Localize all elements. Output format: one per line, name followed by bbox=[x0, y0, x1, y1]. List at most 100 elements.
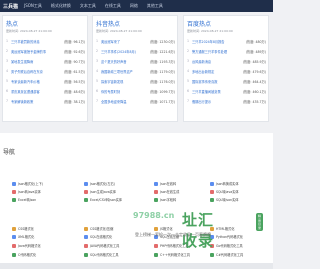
nav-item-format[interactable]: 格式化转换 bbox=[51, 3, 71, 9]
hot-title[interactable]: 台风最新消息 bbox=[192, 59, 241, 64]
hot-row[interactable]: 6 你的专属时刻 (热度: 1099.7万) bbox=[93, 86, 177, 96]
hot-score: (热度: 48.6万) bbox=[63, 89, 85, 94]
hot-title[interactable]: 专家谈最新汽车价格 bbox=[11, 79, 62, 84]
tool-label: Excel/CSV转Json实体 bbox=[90, 198, 123, 202]
tool-label: Json生成Java实体 bbox=[90, 190, 117, 194]
tool-link[interactable]: JAVA代码格式化工具 bbox=[84, 243, 119, 248]
hot-title[interactable]: 你的专属时刻 bbox=[101, 89, 148, 94]
tool-icon bbox=[210, 252, 214, 257]
hot-row[interactable]: 4 我国新增三项世界遗产 (热度: 1179.0万) bbox=[93, 66, 177, 76]
hot-title[interactable]: 多地出台新规定 bbox=[192, 69, 241, 74]
hot-title[interactable]: 三只羊直播间被封禁 bbox=[192, 89, 241, 94]
hot-row[interactable]: 6 三只羊直播间被封禁 (热度: 460.1万) bbox=[184, 86, 268, 96]
tool-icon bbox=[12, 226, 16, 231]
watermark-badge: 精品目录 bbox=[256, 213, 264, 231]
hot-row[interactable]: 2 警方通报三只羊事件处理 (热度: 489万) bbox=[184, 46, 268, 56]
tool-link[interactable]: Java代码格式化 bbox=[12, 243, 41, 248]
nav-item-network[interactable]: 网络 bbox=[130, 3, 138, 9]
nav-item-other[interactable]: 其他工具 bbox=[147, 3, 163, 9]
tool-link[interactable]: C#代码格式化工具 bbox=[210, 252, 243, 257]
tool-icon bbox=[12, 181, 16, 186]
hot-card-douyin: 抖音热点 更新时间: 2024-08-27 21:00:00 1 奥运冠军来了 (热… bbox=[92, 15, 178, 122]
hot-score: (热度: 1176.0万) bbox=[149, 79, 175, 84]
hot-row[interactable]: 7 假期出行提示 (热度: 435.7万) bbox=[184, 96, 268, 106]
hot-title[interactable]: 奥运冠军来了 bbox=[101, 39, 148, 44]
hot-score: (热度: 92.6万) bbox=[63, 49, 85, 54]
hot-title[interactable]: 重庆某景区遭遇游客 bbox=[11, 89, 62, 94]
tool-label: CSS格式化/压缩 bbox=[90, 227, 114, 231]
hot-row[interactable]: 2 三只羊事件(2024年8月) (热度: 1221.6万) bbox=[93, 46, 177, 56]
tool-link[interactable]: Json格式化(左右) bbox=[84, 181, 115, 186]
hot-row[interactable]: 5 探索宇宙新发现 (热度: 1176.0万) bbox=[93, 76, 177, 86]
hot-title[interactable]: 奥运冠军被授予金牌的事 bbox=[11, 49, 62, 54]
tool-link[interactable]: Json转换成实体 bbox=[210, 181, 239, 186]
nav-item-text[interactable]: 文本工具 bbox=[80, 3, 96, 9]
site-logo[interactable]: 三兵猫 bbox=[3, 3, 18, 10]
hot-score: (热度: 1179.0万) bbox=[149, 69, 175, 74]
tool-link[interactable]: C代码格式化 bbox=[12, 252, 36, 257]
tool-link[interactable]: Json在线生成 bbox=[154, 189, 179, 194]
tool-link[interactable]: Excel/CSV转Json实体 bbox=[84, 197, 122, 202]
tool-label: C++代码格式化工具 bbox=[160, 253, 190, 257]
nav-item-online[interactable]: 在线工具 bbox=[105, 3, 121, 9]
hot-title[interactable]: 探索宇宙新发现 bbox=[101, 79, 148, 84]
hot-row[interactable]: 7 专家解读新政策 (热度: 38.1万) bbox=[3, 96, 87, 106]
tool-label: Json在线生成 bbox=[160, 190, 180, 194]
tool-link[interactable]: Excel转Json bbox=[12, 197, 36, 202]
hot-row[interactable]: 3 台风最新消息 (热度: 485.9万) bbox=[184, 56, 268, 66]
hot-row[interactable]: 1 奥运冠军来了 (热度: 1230.0万) bbox=[93, 36, 177, 46]
tool-label: Excel转Json bbox=[18, 198, 37, 202]
hot-score: (热度: 56.5万) bbox=[63, 79, 85, 84]
tool-icon bbox=[210, 189, 214, 194]
card-title: 热点 bbox=[6, 21, 19, 28]
tool-link[interactable]: Json在线转 bbox=[154, 181, 176, 186]
tool-icon bbox=[84, 189, 88, 194]
tool-icon bbox=[84, 243, 88, 248]
tool-icon bbox=[12, 234, 16, 239]
tool-label: XML格式化 bbox=[18, 235, 35, 239]
tool-link[interactable]: CSS格式化 bbox=[12, 226, 34, 231]
hot-title[interactable]: 假期出行提示 bbox=[192, 99, 241, 104]
tool-link[interactable]: C++代码格式化工具 bbox=[154, 252, 190, 257]
hot-title[interactable]: 我国新增三项世界遗产 bbox=[101, 69, 148, 74]
tool-link[interactable]: Json生成Java实体 bbox=[84, 189, 116, 194]
hot-title[interactable]: 三只羊事件(2024年8月) bbox=[101, 49, 148, 54]
hot-row[interactable]: 1 三只羊被罚款的消息 (热度: 96.1万) bbox=[3, 36, 87, 46]
hot-row[interactable]: 1 三只羊2024年8月报告 (热度: 480万) bbox=[184, 36, 268, 46]
hot-title[interactable]: 警方通报三只羊事件处理 bbox=[192, 49, 244, 54]
hot-row[interactable]: 7 全国多地迎来降温 (热度: 1071.7万) bbox=[93, 96, 177, 106]
nav-item-json[interactable]: JSON工具 bbox=[24, 3, 42, 9]
tool-icon bbox=[154, 181, 158, 186]
hot-title[interactable]: 三只羊2024年8月报告 bbox=[192, 39, 244, 44]
hot-row[interactable]: 3 这个夏天的好声音 (热度: 1193.3万) bbox=[93, 56, 177, 66]
hot-row[interactable]: 6 重庆某景区遭遇游客 (热度: 48.6万) bbox=[3, 86, 87, 96]
tool-link[interactable]: XML格式化 bbox=[12, 234, 34, 239]
tool-link[interactable]: Json格式化(上下) bbox=[12, 181, 43, 186]
tool-link[interactable]: SQL代码格式化工具 bbox=[84, 252, 119, 257]
hot-row[interactable]: 3 某地发生强降雨 (热度: 90.7万) bbox=[3, 56, 87, 66]
hot-score: (热度: 61.5万) bbox=[63, 69, 85, 74]
tool-icon bbox=[84, 252, 88, 257]
hot-row[interactable]: 2 奥运冠军被授予金牌的事 (热度: 92.6万) bbox=[3, 46, 87, 56]
hot-title[interactable]: 某地发生强降雨 bbox=[11, 59, 62, 64]
tool-label: SQL在线格式化 bbox=[90, 235, 113, 239]
hot-score: (热度: 435.7万) bbox=[242, 99, 266, 104]
tool-link[interactable]: Json字段转 bbox=[154, 197, 176, 202]
card-update-time: 更新时间: 2024-08-27 21:00:00 bbox=[96, 29, 142, 33]
tool-link[interactable]: SQL在线格式化 bbox=[84, 234, 112, 239]
hot-row[interactable]: 4 男子失联后自称在东京 (热度: 61.5万) bbox=[3, 66, 87, 76]
hot-row[interactable]: 5 专家谈最新汽车价格 (热度: 56.5万) bbox=[3, 76, 87, 86]
hot-title[interactable]: 全国多地迎来降温 bbox=[101, 99, 148, 104]
hot-row[interactable]: 5 国际赛事传来喜报 (热度: 464.4万) bbox=[184, 76, 268, 86]
hot-row[interactable]: 4 多地出台新规定 (热度: 479.6万) bbox=[184, 66, 268, 76]
hot-title[interactable]: 男子失联后自称在东京 bbox=[11, 69, 62, 74]
tool-link[interactable]: SQL转Json实体 bbox=[210, 197, 238, 202]
tool-link[interactable]: CSS格式化/压缩 bbox=[84, 226, 113, 231]
hot-title[interactable]: 国际赛事传来喜报 bbox=[192, 79, 241, 84]
tool-link[interactable]: Json转Java实体 bbox=[12, 189, 41, 194]
hot-title[interactable]: 专家解读新政策 bbox=[11, 99, 62, 104]
hot-title[interactable]: 这个夏天的好声音 bbox=[101, 59, 148, 64]
hot-title[interactable]: 三只羊被罚款的消息 bbox=[11, 39, 62, 44]
tool-link[interactable]: SQL转Java实体 bbox=[210, 189, 239, 194]
tool-icon bbox=[84, 181, 88, 186]
